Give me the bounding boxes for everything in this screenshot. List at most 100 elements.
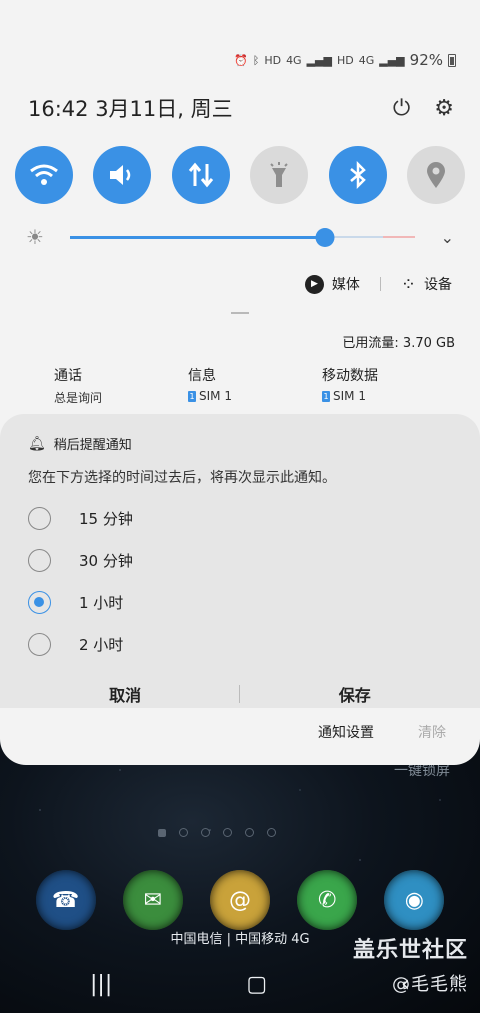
home-button-icon[interactable]: ▢ xyxy=(246,972,267,997)
media-devices-row: ▶ 媒体 ⁘ 设备 xyxy=(0,272,480,296)
radio-button[interactable] xyxy=(28,632,51,656)
play-icon: ▶ xyxy=(304,274,324,294)
hd-icon: HD xyxy=(264,53,282,67)
location-toggle[interactable] xyxy=(406,146,465,204)
cancel-button[interactable]: 取消 xyxy=(45,682,205,706)
snooze-option-2h[interactable]: 2 小时 xyxy=(28,623,452,665)
devices-label: 设备 xyxy=(424,277,452,293)
radio-button[interactable] xyxy=(28,548,51,572)
panel-drag-handle[interactable] xyxy=(231,312,249,314)
snooze-notification-card: 🔔︎ 稍后提醒通知 您在下方选择的时间过去后，将再次显示此通知。 15 分钟 3… xyxy=(0,414,480,708)
snooze-option-1h[interactable]: 1 小时 xyxy=(28,581,452,623)
snooze-title: 🔔︎ 稍后提醒通知 xyxy=(28,434,452,454)
media-label: 媒体 xyxy=(331,277,360,293)
snooze-option-30min[interactable]: 30 分钟 xyxy=(28,539,452,581)
data-arrows-icon xyxy=(188,162,213,188)
page-dot xyxy=(245,828,254,837)
gear-icon[interactable]: ⚙ xyxy=(434,96,454,121)
divider xyxy=(379,277,381,291)
brightness-sun-icon: ☀ xyxy=(26,225,44,249)
data-usage-text: 已用流量: 3.70 GB xyxy=(342,336,455,351)
media-button[interactable]: ▶ 媒体 xyxy=(304,274,360,294)
home-page-dot xyxy=(158,828,166,837)
sim-messages-title: 信息 xyxy=(188,368,216,384)
4g-icon: 4G xyxy=(358,53,375,67)
devices-button[interactable]: ⁘ 设备 xyxy=(401,274,452,295)
watermark-title: 盖乐世社区 xyxy=(352,938,468,963)
hd-icon: HD xyxy=(336,53,354,67)
page-dot xyxy=(267,828,276,837)
navigation-bar: ||| ▢ ‹ xyxy=(0,972,480,997)
battery-percentage: 92% xyxy=(409,51,443,69)
option-label: 30 分钟 xyxy=(79,551,133,570)
signal-icon: ▂▄▆ xyxy=(306,53,332,67)
sim-calls-title: 通话 xyxy=(54,368,82,384)
flashlight-toggle[interactable] xyxy=(250,146,309,204)
home-screen: 一键锁屏 ☎ ✉ @ ✆ ◉ 中国电信 | 中国移动 4G 盖乐世社区 @毛毛熊… xyxy=(0,740,480,1013)
messages-app-icon[interactable]: ✉ xyxy=(122,870,183,930)
quick-settings xyxy=(0,146,480,204)
bluetooth-icon xyxy=(349,161,366,189)
snooze-title-text: 稍后提醒通知 xyxy=(53,438,132,453)
page-dot xyxy=(201,828,210,837)
sim-data-value-text: SIM 1 xyxy=(333,389,366,403)
page-dot xyxy=(179,828,188,837)
wechat-app-icon[interactable]: ✆ xyxy=(297,870,358,930)
radio-button[interactable] xyxy=(28,506,51,530)
notification-settings-button[interactable]: 通知设置 xyxy=(318,722,374,742)
4g-icon: 4G xyxy=(286,53,302,67)
save-button[interactable]: 保存 xyxy=(275,682,435,706)
mobile-data-toggle[interactable] xyxy=(171,146,230,204)
status-bar: ⏰ ᛒ HD 4G ▂▄▆ HD 4G ▂▄▆ 92% xyxy=(0,40,480,80)
page-indicator xyxy=(158,828,276,837)
slider-thumb[interactable] xyxy=(315,228,335,247)
alarm-icon: ⏰ xyxy=(234,53,248,67)
page-dot xyxy=(223,828,232,837)
sim-messages[interactable]: 信息 1 SIM 1 xyxy=(188,365,322,406)
snooze-description: 您在下方选择的时间过去后，将再次显示此通知。 xyxy=(28,470,336,486)
app-dock: ☎ ✉ @ ✆ ◉ xyxy=(0,870,480,930)
contacts-app-icon[interactable]: @ xyxy=(209,870,270,930)
notification-panel: ⏰ ᛒ HD 4G ▂▄▆ HD 4G ▂▄▆ 92% 16:42 3月11日,… xyxy=(0,0,480,765)
power-icon[interactable]: ⏻ xyxy=(393,96,410,121)
sim-data-value: 1 SIM 1 xyxy=(322,389,456,403)
sim-calls-value: 总是询问 xyxy=(54,389,188,406)
sim-card-icon: 1 xyxy=(322,390,330,402)
camera-app-icon[interactable]: ◉ xyxy=(384,870,445,930)
location-pin-icon xyxy=(426,162,445,188)
signal-icon: ▂▄▆ xyxy=(379,53,405,67)
slider-fill xyxy=(70,236,325,239)
header-icons: ⏻ ⚙ xyxy=(393,96,454,121)
option-label: 15 分钟 xyxy=(79,509,133,528)
back-icon[interactable]: ‹ xyxy=(401,972,410,997)
snooze-actions: 取消 保存 xyxy=(28,679,452,709)
date-time[interactable]: 16:42 3月11日, 周三 xyxy=(28,93,233,123)
radio-button-selected[interactable] xyxy=(28,590,51,614)
sim-settings: 通话 总是询问 信息 1 SIM 1 移动数据 1 SIM 1 xyxy=(0,365,480,406)
sim-mobile-data[interactable]: 移动数据 1 SIM 1 xyxy=(322,365,456,406)
snooze-option-15min[interactable]: 15 分钟 xyxy=(28,497,452,539)
slider-high-zone xyxy=(382,236,415,238)
clear-button[interactable]: 清除 xyxy=(418,722,446,742)
snooze-options: 15 分钟 30 分钟 1 小时 2 小时 xyxy=(28,497,452,665)
option-label: 2 小时 xyxy=(79,635,124,654)
sim-calls-value-text: 总是询问 xyxy=(54,391,103,405)
sim-data-title: 移动数据 xyxy=(322,368,378,384)
panel-footer: 通知设置 清除 xyxy=(0,722,480,742)
wifi-icon xyxy=(30,164,58,185)
sim-calls[interactable]: 通话 总是询问 xyxy=(54,365,188,406)
devices-grid-icon: ⁘ xyxy=(400,273,416,295)
brightness-slider[interactable] xyxy=(70,222,415,252)
divider xyxy=(239,685,241,703)
snooze-bell-icon: 🔔︎ xyxy=(28,435,46,452)
sound-toggle[interactable] xyxy=(93,146,152,204)
option-label: 1 小时 xyxy=(79,593,124,612)
wifi-toggle[interactable] xyxy=(15,146,73,204)
recents-icon[interactable]: ||| xyxy=(90,972,112,997)
bluetooth-toggle[interactable] xyxy=(328,146,387,204)
battery-icon xyxy=(448,53,456,67)
chevron-down-icon[interactable]: ⌄ xyxy=(441,228,454,247)
brightness-control: ☀ ⌄ xyxy=(0,222,480,252)
flashlight-icon xyxy=(270,162,288,187)
phone-app-icon[interactable]: ☎ xyxy=(35,870,96,930)
